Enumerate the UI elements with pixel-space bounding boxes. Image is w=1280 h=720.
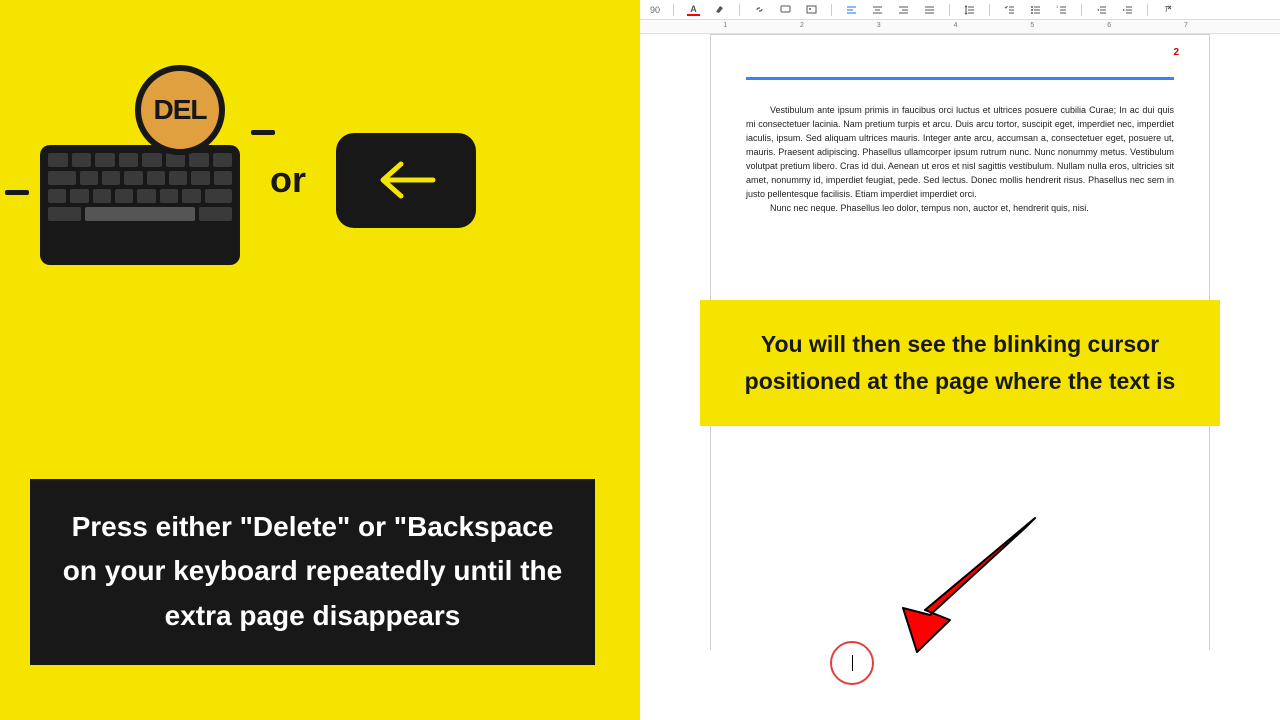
ruler-tick: 6 xyxy=(1107,22,1111,29)
svg-text:1: 1 xyxy=(1056,4,1059,9)
keyboard-icon xyxy=(40,145,240,265)
body-paragraph[interactable]: Vestibulum ante ipsum primis in faucibus… xyxy=(746,104,1174,216)
indent-increase-icon[interactable] xyxy=(1121,3,1134,16)
tutorial-left-panel: DEL or Press either "Delete" or "Backspa… xyxy=(0,0,640,720)
link-icon[interactable] xyxy=(753,3,766,16)
del-label: DEL xyxy=(154,94,207,126)
text-color-icon[interactable]: A xyxy=(687,3,700,16)
highlight-icon[interactable] xyxy=(713,3,726,16)
align-right-icon[interactable] xyxy=(897,3,910,16)
right-caption: You will then see the blinking cursor po… xyxy=(700,300,1220,426)
keyboard-with-del-icon: DEL xyxy=(40,90,240,270)
align-left-icon[interactable] xyxy=(845,3,858,16)
speed-line-icon xyxy=(251,130,275,135)
align-justify-icon[interactable] xyxy=(923,3,936,16)
comment-icon[interactable] xyxy=(779,3,792,16)
google-docs-preview: 90 A xyxy=(640,0,1280,720)
red-arrow-annotation xyxy=(875,510,1045,665)
backspace-key-icon xyxy=(336,133,476,228)
zoom-level[interactable]: 90 xyxy=(650,5,660,15)
indent-decrease-icon[interactable] xyxy=(1095,3,1108,16)
speed-line-icon xyxy=(5,190,29,195)
page-number: 2 xyxy=(1173,47,1179,58)
ruler-tick: 3 xyxy=(877,22,881,29)
or-text: or xyxy=(270,159,306,201)
bullet-list-icon[interactable] xyxy=(1029,3,1042,16)
ruler-tick: 1 xyxy=(723,22,727,29)
align-center-icon[interactable] xyxy=(871,3,884,16)
checklist-icon[interactable] xyxy=(1003,3,1016,16)
clear-formatting-icon[interactable]: T xyxy=(1161,3,1174,16)
ruler-tick: 7 xyxy=(1184,22,1188,29)
paragraph-2: Nunc nec neque. Phasellus leo dolor, tem… xyxy=(770,203,1089,213)
ruler-tick: 4 xyxy=(954,22,958,29)
horizontal-ruler: 1 2 3 4 5 6 7 xyxy=(640,20,1280,34)
header-divider xyxy=(746,77,1174,80)
image-icon[interactable] xyxy=(805,3,818,16)
ruler-tick: 5 xyxy=(1030,22,1034,29)
svg-text:T: T xyxy=(1164,5,1170,14)
line-spacing-icon[interactable] xyxy=(963,3,976,16)
cursor-highlight-circle xyxy=(830,641,874,685)
docs-toolbar: 90 A xyxy=(640,0,1280,20)
ruler-tick: 2 xyxy=(800,22,804,29)
key-icons-row: DEL or xyxy=(40,90,610,270)
text-cursor-icon xyxy=(852,655,853,671)
numbered-list-icon[interactable]: 1 xyxy=(1055,3,1068,16)
left-caption: Press either "Delete" or "Backspace on y… xyxy=(30,479,595,665)
del-key-badge: DEL xyxy=(135,65,225,155)
paragraph-1: Vestibulum ante ipsum primis in faucibus… xyxy=(746,105,1174,199)
